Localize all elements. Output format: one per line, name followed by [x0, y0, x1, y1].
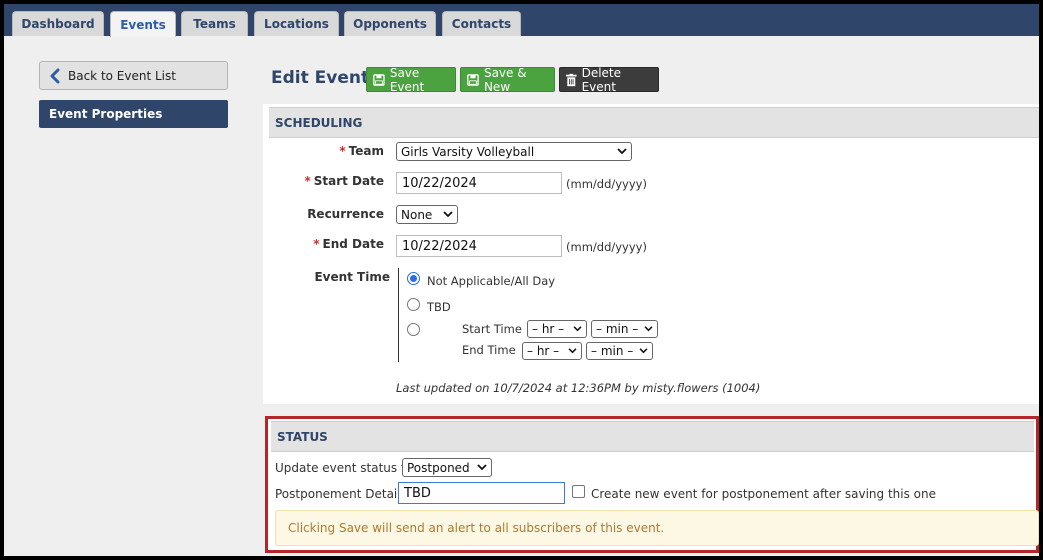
chevron-down-icon	[477, 464, 487, 471]
end-minute-value: – min –	[591, 344, 634, 358]
tab-dashboard[interactable]: Dashboard	[12, 11, 104, 36]
floppy-disk-icon	[467, 73, 479, 86]
start-date-hint: (mm/dd/yyyy)	[566, 177, 647, 191]
event-time-divider	[398, 268, 399, 362]
tab-events[interactable]: Events	[110, 11, 176, 37]
end-hour-select[interactable]: – hr –	[522, 342, 582, 360]
status-select-value: Postponed	[407, 460, 470, 475]
tab-opponents[interactable]: Opponents	[344, 11, 436, 36]
all-day-radio[interactable]	[407, 272, 420, 285]
app-window: Dashboard Events Teams Locations Opponen…	[4, 4, 1039, 556]
specific-time-radio[interactable]	[407, 323, 420, 336]
start-date-label: * Start Date	[304, 174, 384, 188]
update-status-label: Update event status to:	[275, 461, 418, 475]
start-time-label: Start Time	[462, 322, 522, 336]
last-updated-text: Last updated on 10/7/2024 at 12:36PM by …	[396, 381, 761, 395]
top-nav: Dashboard Events Teams Locations Opponen…	[4, 4, 1039, 37]
start-hour-select[interactable]: – hr –	[527, 320, 587, 338]
chevron-left-icon	[50, 68, 60, 83]
chevron-down-icon	[644, 326, 653, 332]
recurrence-select-value: None	[401, 207, 433, 222]
sidebar-item-event-properties[interactable]: Event Properties	[39, 100, 228, 128]
team-select[interactable]: Girls Varsity Volleyball	[396, 142, 632, 161]
postponement-details-label: Postponement Details:	[275, 487, 411, 501]
status-select[interactable]: Postponed	[402, 458, 492, 477]
team-select-value: Girls Varsity Volleyball	[401, 144, 535, 159]
tab-contacts[interactable]: Contacts	[442, 11, 521, 36]
create-new-event-label: Create new event for postponement after …	[591, 487, 936, 501]
tbd-radio[interactable]	[407, 298, 420, 311]
end-date-label: * End Date	[313, 237, 384, 251]
end-hour-value: – hr –	[527, 344, 560, 358]
save-and-new-button[interactable]: Save & New	[460, 65, 555, 94]
all-day-label: Not Applicable/All Day	[427, 274, 556, 288]
create-new-event-checkbox[interactable]	[572, 485, 585, 498]
save-event-button[interactable]: Save Event	[366, 65, 456, 94]
chevron-down-icon	[568, 348, 577, 354]
start-hour-value: – hr –	[532, 322, 565, 336]
recurrence-label: Recurrence	[307, 207, 384, 221]
save-and-new-label: Save & New	[483, 65, 527, 94]
page-title: Edit Event	[271, 68, 370, 88]
save-event-label: Save Event	[389, 65, 425, 94]
floppy-disk-icon	[373, 73, 385, 86]
event-time-label: Event Time	[314, 270, 390, 284]
recurrence-select[interactable]: None	[396, 205, 458, 224]
delete-event-button[interactable]: Delete Event	[559, 65, 659, 94]
team-label: * Team	[339, 144, 384, 158]
delete-event-label: Delete Event	[581, 65, 622, 94]
tbd-label: TBD	[427, 300, 451, 314]
end-time-label: End Time	[462, 343, 516, 357]
alert-notice: Clicking Save will send an alert to all …	[275, 510, 1039, 546]
tab-locations[interactable]: Locations	[254, 11, 339, 36]
end-minute-select[interactable]: – min –	[586, 342, 653, 360]
chevron-down-icon	[639, 348, 648, 354]
end-date-input[interactable]: 10/22/2024	[396, 235, 562, 257]
end-date-hint: (mm/dd/yyyy)	[566, 240, 647, 254]
scheduling-heading: SCHEDULING	[269, 107, 1039, 138]
start-minute-select[interactable]: – min –	[591, 320, 658, 338]
postponement-details-input[interactable]: TBD	[398, 482, 565, 504]
start-date-input[interactable]: 10/22/2024	[396, 172, 562, 194]
back-to-event-list-button[interactable]: Back to Event List	[39, 61, 228, 90]
status-heading: STATUS	[271, 421, 1034, 452]
trash-icon	[566, 73, 577, 86]
chevron-down-icon	[443, 211, 453, 218]
chevron-down-icon	[573, 326, 582, 332]
start-minute-value: – min –	[596, 322, 639, 336]
back-button-label: Back to Event List	[68, 68, 176, 83]
sidebar-item-label: Event Properties	[49, 107, 163, 121]
chevron-down-icon	[617, 148, 627, 155]
tab-teams[interactable]: Teams	[181, 11, 248, 36]
